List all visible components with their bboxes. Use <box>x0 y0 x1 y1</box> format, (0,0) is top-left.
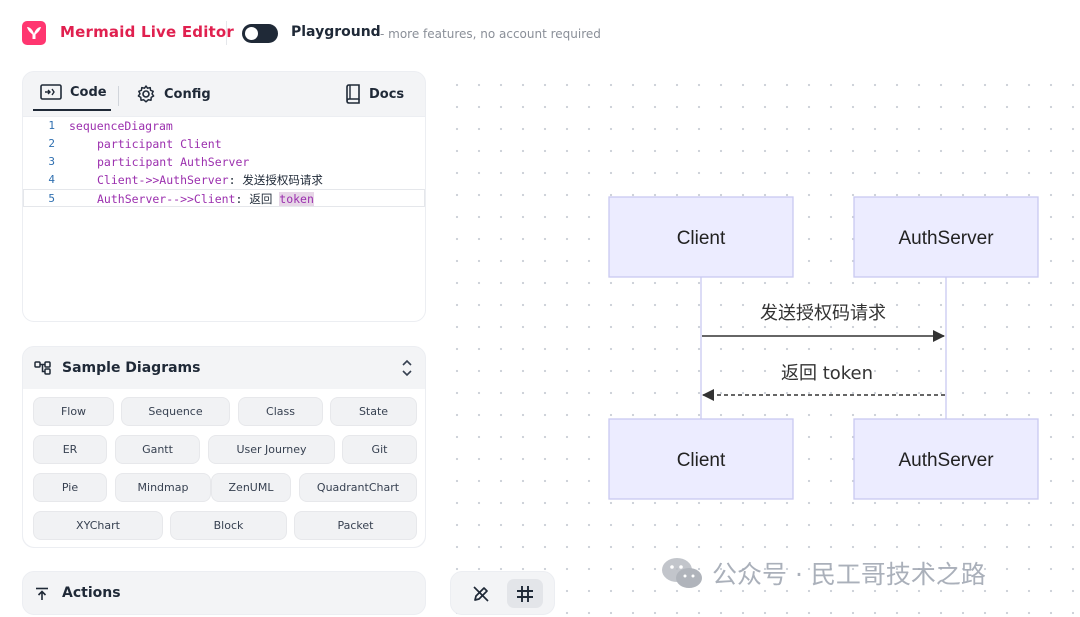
tab-separator <box>118 86 119 106</box>
playground-subtitle: - more features, no account required <box>380 27 601 41</box>
collapse-chevron-icon[interactable] <box>401 359 413 377</box>
code-token: Client->>AuthServer <box>97 173 229 187</box>
editor-tabbar: Code Config Docs <box>23 72 425 116</box>
tab-docs-label: Docs <box>369 86 405 102</box>
code-token: : 发送授权码请求 <box>228 173 323 187</box>
tab-docs[interactable]: Docs <box>345 84 404 104</box>
top-header: Mermaid Live Editor Playground - more fe… <box>0 0 1080 66</box>
active-tab-indicator <box>33 109 111 111</box>
arrow-up-icon <box>36 587 48 600</box>
sample-button-git[interactable]: Git <box>342 435 417 464</box>
line-number: 3 <box>48 155 55 168</box>
code-icon <box>40 84 62 100</box>
diagram-icon <box>34 361 51 375</box>
watermark-text: 公众号 · 民工哥技术之路 <box>712 560 986 589</box>
sequence-diagram: Client AuthServer 发送授权码请求 返回 token Clien… <box>608 196 1039 500</box>
canvas-toolbar <box>450 571 555 615</box>
code-token: AuthServer-->>Client <box>97 192 236 206</box>
sample-button-gantt[interactable]: Gantt <box>115 435 200 464</box>
sample-button-block[interactable]: Block <box>170 511 287 540</box>
grid-icon <box>517 585 533 602</box>
code-text: participant AuthServer <box>97 155 250 169</box>
participant-label: AuthServer <box>898 228 994 249</box>
code-text: participant Client <box>97 137 222 151</box>
sample-button-quadrantchart[interactable]: QuadrantChart <box>299 473 417 502</box>
sample-diagrams-header[interactable]: Sample Diagrams <box>23 347 425 389</box>
code-line: 2 participant Client <box>23 135 425 153</box>
code-line: 1 sequenceDiagram <box>23 117 425 135</box>
actions-panel[interactable]: Actions <box>22 571 426 615</box>
participant-box[interactable]: AuthServer <box>853 418 1039 500</box>
code-text: sequenceDiagram <box>69 119 173 133</box>
sample-button-mindmap[interactable]: Mindmap <box>115 473 211 502</box>
line-number: 1 <box>48 119 55 132</box>
sample-button-user-journey[interactable]: User Journey <box>208 435 335 464</box>
sample-button-xychart[interactable]: XYChart <box>33 511 163 540</box>
message-label: 返回 token <box>781 363 873 384</box>
line-number: 5 <box>48 192 55 205</box>
participant-label: Client <box>677 228 726 249</box>
toggle-knob <box>245 27 258 40</box>
grid-toggle-button[interactable] <box>507 579 543 608</box>
line-number: 2 <box>48 137 55 150</box>
tab-code-label: Code <box>70 84 107 100</box>
book-icon <box>346 84 360 104</box>
participant-label: Client <box>677 450 726 471</box>
code-text: AuthServer-->>Client: 返回 token <box>63 190 314 206</box>
diagram-canvas[interactable]: Client AuthServer 发送授权码请求 返回 token Clien… <box>440 66 1080 617</box>
code-line: 3 participant AuthServer <box>23 153 425 171</box>
playground-label: Playground <box>291 24 381 40</box>
mermaid-logo[interactable] <box>22 21 46 45</box>
app-title[interactable]: Mermaid Live Editor <box>60 23 234 41</box>
code-line-active: 5 AuthServer-->>Client: 返回 token <box>23 189 425 207</box>
sample-diagrams-list: Flow Sequence Class State ER Gantt User … <box>23 389 425 547</box>
watermark: 公众号 · 民工哥技术之路 <box>660 555 986 591</box>
wechat-icon <box>662 558 702 588</box>
code-token: : 返回 <box>235 192 280 206</box>
tab-code[interactable]: Code <box>40 84 107 100</box>
sample-button-packet[interactable]: Packet <box>294 511 417 540</box>
participant-label: AuthServer <box>898 450 994 471</box>
mermaid-logo-icon <box>27 27 41 39</box>
sample-button-er[interactable]: ER <box>33 435 107 464</box>
line-number: 4 <box>48 173 55 186</box>
code-line: 4 Client->>AuthServer: 发送授权码请求 <box>23 171 425 189</box>
code-text: Client->>AuthServer: 发送授权码请求 <box>63 171 323 189</box>
gear-icon <box>137 85 155 103</box>
participant-box[interactable]: Client <box>608 196 794 278</box>
pen-icon <box>473 585 489 602</box>
playground-toggle[interactable] <box>242 24 278 43</box>
sample-button-flow[interactable]: Flow <box>33 397 114 426</box>
sample-button-sequence[interactable]: Sequence <box>121 397 230 426</box>
header-divider <box>226 21 227 45</box>
tab-config[interactable]: Config <box>136 84 211 104</box>
sample-button-state[interactable]: State <box>330 397 417 426</box>
participant-box[interactable]: Client <box>608 418 794 500</box>
code-editor[interactable]: 1 sequenceDiagram 2 participant Client 3… <box>23 116 425 321</box>
editor-panel: Code Config Docs 1 sequenceDiagram 2 par… <box>22 71 426 322</box>
sample-diagrams-title: Sample Diagrams <box>62 360 201 376</box>
sample-button-class[interactable]: Class <box>238 397 323 426</box>
participant-box[interactable]: AuthServer <box>853 196 1039 278</box>
tab-config-label: Config <box>164 86 211 102</box>
sample-button-pie[interactable]: Pie <box>33 473 107 502</box>
sample-button-zenuml[interactable]: ZenUML <box>211 473 291 502</box>
message-label: 发送授权码请求 <box>760 303 886 324</box>
pan-zoom-button[interactable] <box>463 579 499 608</box>
actions-label: Actions <box>62 585 121 601</box>
sample-diagrams-panel: Sample Diagrams Flow Sequence Class Stat… <box>22 346 426 548</box>
selected-token: token <box>279 192 314 206</box>
